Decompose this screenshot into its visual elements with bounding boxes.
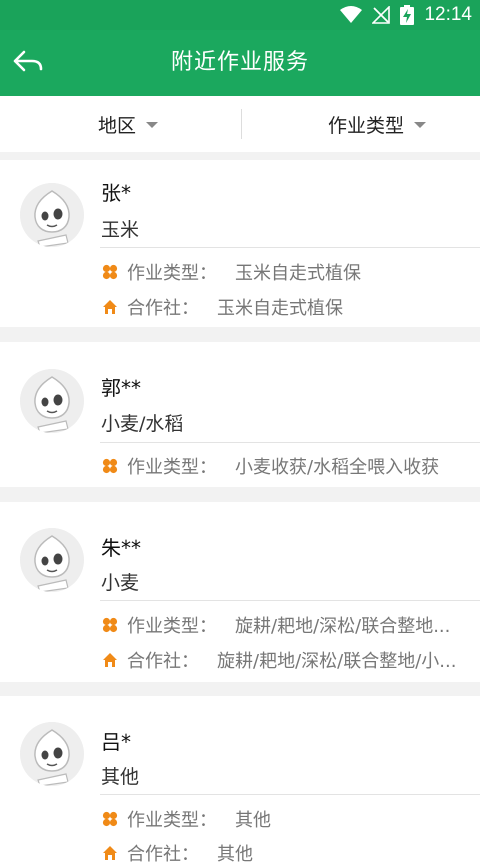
work-type-filter-label: 作业类型 <box>328 114 405 137</box>
work-type-filter-dropdown[interactable]: 作业类型 <box>328 96 427 152</box>
wifi-icon <box>340 6 363 24</box>
home-icon <box>101 844 119 862</box>
item-name: 朱** <box>101 536 141 560</box>
region-filter-dropdown[interactable]: 地区 <box>98 96 159 152</box>
work-type-row: 作业类型： 其他 <box>101 804 468 834</box>
home-icon <box>101 298 119 316</box>
coop-label: 合作社： <box>127 298 199 319</box>
item-divider <box>100 600 480 601</box>
work-type-label: 作业类型： <box>127 263 217 284</box>
work-type-row: 作业类型： 小麦收获/水稻全喂入收获 <box>101 451 468 481</box>
status-icons: 12:14 <box>340 0 472 30</box>
avatar <box>20 369 84 433</box>
app-bar: 附近作业服务 <box>0 30 480 96</box>
item-crop: 小麦 <box>101 572 140 594</box>
status-time: 12:14 <box>424 4 472 25</box>
signal-off-icon <box>372 6 391 24</box>
chevron-down-icon <box>146 122 159 128</box>
work-type-row: 作业类型： 玉米自走式植保 <box>101 257 468 287</box>
work-type-label: 作业类型： <box>127 810 217 831</box>
work-type-label: 作业类型： <box>127 457 217 478</box>
item-divider <box>100 247 480 248</box>
status-bar: 12:14 <box>0 0 480 30</box>
page-title: 附近作业服务 <box>170 50 309 75</box>
clover-icon <box>101 263 119 281</box>
clover-icon <box>101 616 119 634</box>
coop-value: 其他 <box>217 844 253 865</box>
work-type-value: 旋耕/耙地/深松/联合整地... <box>235 616 451 637</box>
coop-label: 合作社： <box>127 651 199 672</box>
filter-bar: 地区 作业类型 <box>0 96 480 152</box>
coop-value: 玉米自走式植保 <box>217 298 343 319</box>
chevron-down-icon <box>414 122 427 128</box>
work-type-row: 作业类型： 旋耕/耙地/深松/联合整地... <box>101 610 468 640</box>
coop-row: 合作社： 玉米自走式植保 <box>101 292 468 322</box>
coop-row: 合作社： 旋耕/耙地/深松/联合整地/小... <box>101 645 468 675</box>
item-crop: 其他 <box>101 766 140 788</box>
work-type-value: 玉米自走式植保 <box>235 263 361 284</box>
item-name: 张* <box>101 181 131 205</box>
avatar <box>20 528 84 592</box>
item-name: 吕* <box>101 730 131 754</box>
item-crop: 小麦/水稻 <box>101 413 184 435</box>
filter-divider <box>241 109 242 139</box>
battery-charging-icon <box>400 5 415 25</box>
avatar <box>20 722 84 786</box>
list-item[interactable]: 郭** 小麦/水稻 作业类型： 小麦收获/水稻全喂入收获 <box>0 342 480 487</box>
item-crop: 玉米 <box>101 219 140 241</box>
list-item[interactable]: 张* 玉米 作业类型： 玉米自走式植保 合作社： 玉米自走式植保 <box>0 160 480 327</box>
item-divider <box>100 442 480 443</box>
work-type-value: 其他 <box>235 810 271 831</box>
item-divider <box>100 794 480 795</box>
home-icon <box>101 651 119 669</box>
clover-icon <box>101 810 119 828</box>
list-item[interactable]: 朱** 小麦 作业类型： 旋耕/耙地/深松/联合整地... 合作社： 旋耕/耙地… <box>0 502 480 682</box>
avatar <box>20 183 84 247</box>
list-item[interactable]: 吕* 其他 作业类型： 其他 合作社： 其他 <box>0 696 480 868</box>
region-filter-label: 地区 <box>98 114 137 137</box>
clover-icon <box>101 457 119 475</box>
coop-value: 旋耕/耙地/深松/联合整地/小... <box>217 651 457 672</box>
item-name: 郭** <box>101 376 141 400</box>
work-type-value: 小麦收获/水稻全喂入收获 <box>235 457 440 478</box>
work-type-label: 作业类型： <box>127 616 217 637</box>
coop-label: 合作社： <box>127 844 199 865</box>
coop-row: 合作社： 其他 <box>101 838 468 868</box>
